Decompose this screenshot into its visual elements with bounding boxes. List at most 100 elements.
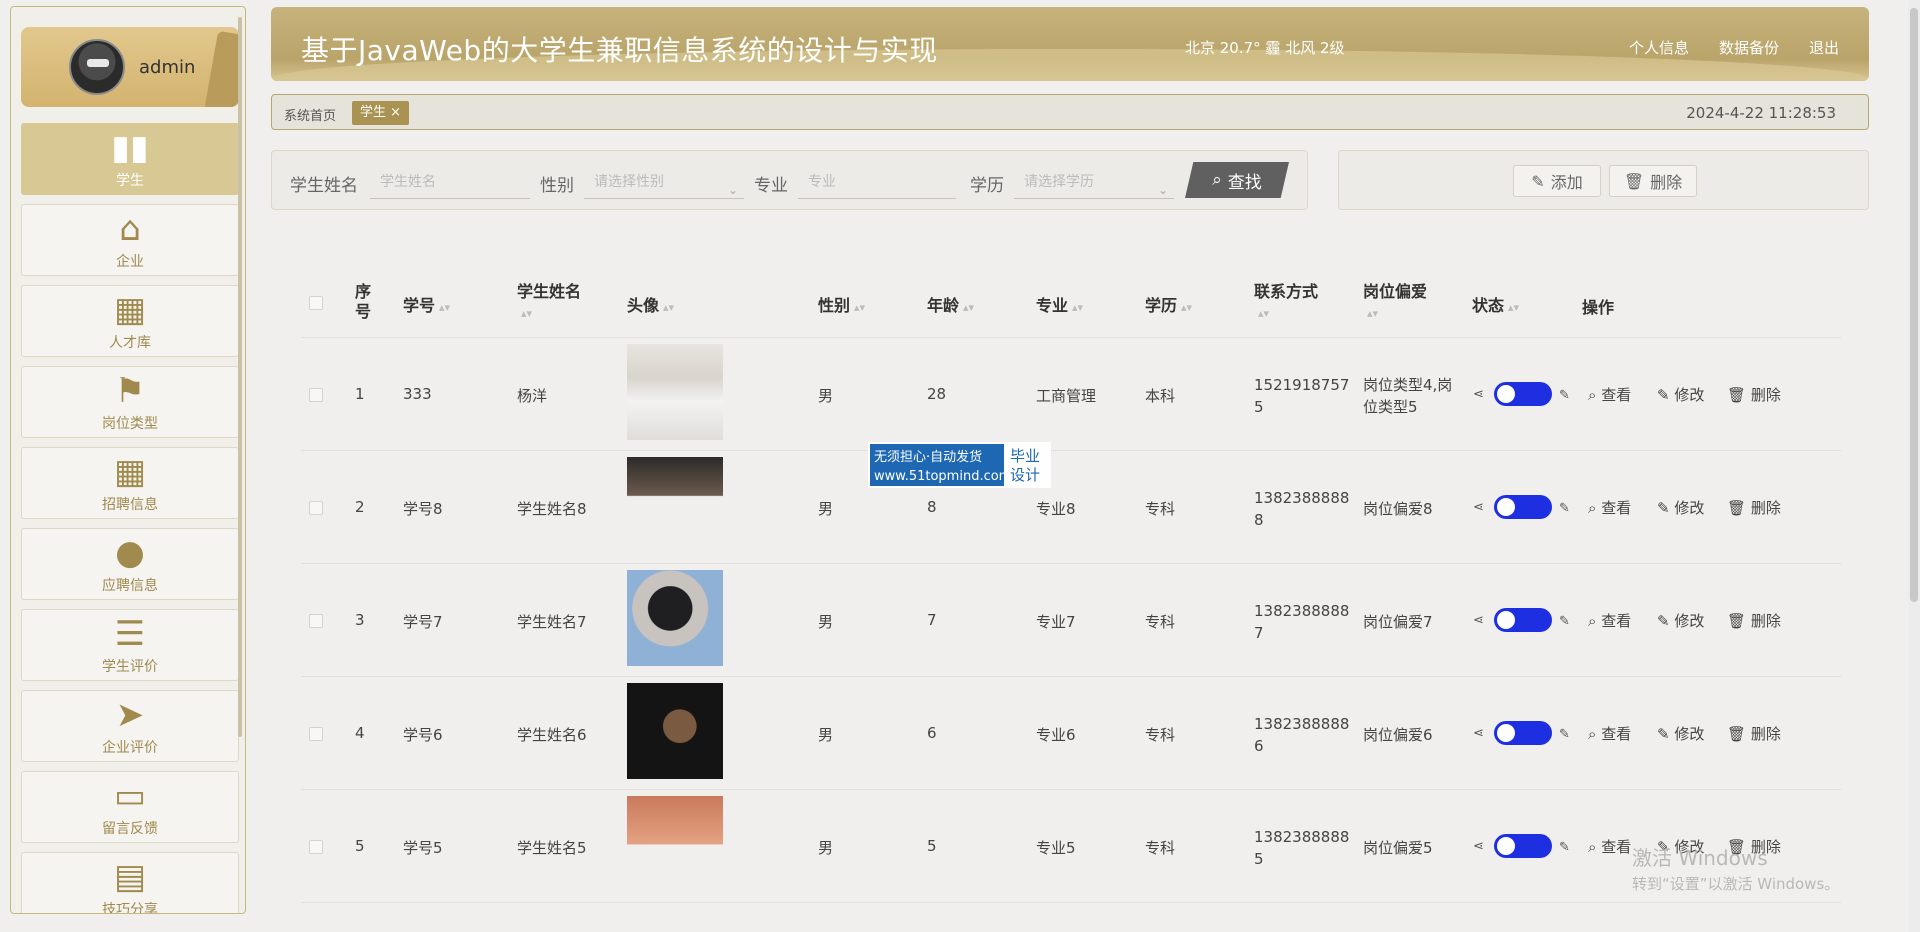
edit-button[interactable]: ✎ 修改 bbox=[1657, 610, 1704, 631]
view-icon: ⌕ bbox=[1588, 725, 1597, 743]
name-input[interactable]: 学生姓名 bbox=[370, 165, 530, 199]
share-icon[interactable]: ⋖ bbox=[1473, 613, 1484, 628]
sidebar-item-label: 人才库 bbox=[109, 335, 151, 351]
promo-banner[interactable]: 无须担心·自动发货 www.51topmind.com 毕业 设计 bbox=[868, 442, 1051, 488]
col-name[interactable]: 学生姓名 ▴▾ bbox=[517, 278, 581, 321]
student-photo[interactable] bbox=[627, 457, 723, 553]
sidebar-item[interactable]: ☰ 学生评价 bbox=[21, 609, 239, 681]
select-all-checkbox[interactable] bbox=[309, 296, 323, 310]
view-button[interactable]: ⌕ 查看 bbox=[1588, 610, 1631, 631]
col-id[interactable]: 学号 ▴▾ bbox=[403, 292, 450, 316]
status-toggle[interactable] bbox=[1494, 382, 1552, 406]
status-toggle[interactable] bbox=[1494, 608, 1552, 632]
sidebar-item[interactable]: ▦ 人才库 bbox=[21, 285, 239, 357]
sidebar-item[interactable]: ⌂ 企业 bbox=[21, 204, 239, 276]
row-checkbox[interactable] bbox=[309, 388, 323, 402]
scrollbar-thumb[interactable] bbox=[1910, 8, 1918, 602]
row-checkbox[interactable] bbox=[309, 840, 323, 854]
edit-icon[interactable]: ✎ bbox=[1559, 388, 1570, 403]
sidebar-item[interactable]: ➤ 企业评价 bbox=[21, 690, 239, 762]
delete-button[interactable]: 🗑 删除 bbox=[1609, 165, 1697, 197]
cell-edu: 专科 bbox=[1145, 613, 1176, 631]
student-photo[interactable] bbox=[627, 344, 723, 440]
major-input[interactable]: 专业 bbox=[798, 165, 956, 199]
sidebar-item-label: 企业评价 bbox=[102, 740, 158, 756]
edit-button[interactable]: ✎ 修改 bbox=[1657, 384, 1704, 405]
edit-label: 修改 bbox=[1674, 386, 1705, 404]
user-profile[interactable]: admin bbox=[21, 27, 239, 107]
search-icon: ⌕ bbox=[1212, 170, 1222, 190]
edit-icon[interactable]: ✎ bbox=[1559, 840, 1570, 855]
find-button[interactable]: ⌕ 查找 bbox=[1185, 162, 1289, 198]
nav-logout-link[interactable]: 退出 bbox=[1809, 37, 1839, 58]
student-photo[interactable] bbox=[627, 570, 723, 666]
sidebar-item[interactable]: ● 应聘信息 bbox=[21, 528, 239, 600]
student-photo[interactable] bbox=[627, 683, 723, 779]
sidebar-item-label: 岗位类型 bbox=[102, 416, 158, 432]
student-photo[interactable] bbox=[627, 796, 723, 892]
sidebar-item[interactable]: ⚑ 岗位类型 bbox=[21, 366, 239, 438]
col-age[interactable]: 年龄 ▴▾ bbox=[927, 292, 974, 316]
table-row[interactable]: 2 学号8 学生姓名8 男 8 专业8 专科 1382388888 8 岗位偏爱8… bbox=[301, 451, 1841, 564]
cell-pref: 岗位偏爱8 bbox=[1363, 498, 1433, 520]
sidebar-item[interactable]: ▭ 留言反馈 bbox=[21, 771, 239, 843]
gender-select[interactable]: 请选择性别 ⌄ bbox=[584, 165, 744, 199]
status-toggle[interactable] bbox=[1494, 834, 1552, 858]
col-gender[interactable]: 性别 ▴▾ bbox=[818, 292, 865, 316]
edit-button[interactable]: ✎ 修改 bbox=[1657, 723, 1704, 744]
sidebar-item[interactable]: ▤ 技巧分享 bbox=[21, 852, 239, 913]
view-button[interactable]: ⌕ 查看 bbox=[1588, 384, 1631, 405]
sidebar-item[interactable]: ▮▮ 学生 bbox=[21, 123, 239, 195]
row-delete-button[interactable]: 🗑 删除 bbox=[1727, 384, 1781, 405]
page-title: 基于JavaWeb的大学生兼职信息系统的设计与实现 bbox=[301, 34, 938, 67]
row-checkbox[interactable] bbox=[309, 501, 323, 515]
table-row[interactable]: 3 学号7 学生姓名7 男 7 专业7 专科 1382388888 7 岗位偏爱7… bbox=[301, 564, 1841, 677]
cell-phone-line2: 8 bbox=[1254, 511, 1264, 529]
col-edu[interactable]: 学历 ▴▾ bbox=[1145, 292, 1192, 316]
edu-select[interactable]: 请选择学历 ⌄ bbox=[1014, 165, 1174, 199]
row-checkbox[interactable] bbox=[309, 727, 323, 741]
table-row[interactable]: 4 学号6 学生姓名6 男 6 专业6 专科 1382388888 6 岗位偏爱6… bbox=[301, 677, 1841, 790]
row-delete-button[interactable]: 🗑 删除 bbox=[1727, 497, 1781, 518]
share-icon[interactable]: ⋖ bbox=[1473, 387, 1484, 402]
table-row[interactable]: 5 学号5 学生姓名5 男 5 专业5 专科 1382388888 5 岗位偏爱5… bbox=[301, 790, 1841, 903]
edit-icon[interactable]: ✎ bbox=[1559, 727, 1570, 742]
row-delete-button[interactable]: 🗑 删除 bbox=[1727, 610, 1781, 631]
share-icon[interactable]: ⋖ bbox=[1473, 500, 1484, 515]
view-button[interactable]: ⌕ 查看 bbox=[1588, 497, 1631, 518]
view-icon: ⌕ bbox=[1588, 499, 1597, 517]
cell-no: 2 bbox=[355, 498, 365, 516]
sidebar-scrollbar[interactable] bbox=[238, 17, 242, 737]
cell-edu: 专科 bbox=[1145, 500, 1176, 518]
col-phone[interactable]: 联系方式 ▴▾ bbox=[1254, 278, 1318, 321]
edit-button[interactable]: ✎ 修改 bbox=[1657, 497, 1704, 518]
view-button[interactable]: ⌕ 查看 bbox=[1588, 723, 1631, 744]
nav-profile-link[interactable]: 个人信息 bbox=[1629, 37, 1689, 58]
edit-icon[interactable]: ✎ bbox=[1559, 614, 1570, 629]
cell-edu: 本科 bbox=[1145, 387, 1176, 405]
col-major[interactable]: 专业 ▴▾ bbox=[1036, 292, 1083, 316]
row-checkbox[interactable] bbox=[309, 614, 323, 628]
cell-name: 学生姓名7 bbox=[517, 613, 587, 631]
status-toggle[interactable] bbox=[1494, 721, 1552, 745]
cell-major: 专业8 bbox=[1036, 500, 1076, 518]
gender-placeholder: 请选择性别 bbox=[594, 174, 664, 190]
col-pref[interactable]: 岗位偏爱 ▴▾ bbox=[1363, 278, 1427, 321]
col-status[interactable]: 状态 ▴▾ bbox=[1472, 292, 1519, 316]
page-scrollbar[interactable] bbox=[1908, 0, 1920, 932]
share-icon[interactable]: ⋖ bbox=[1473, 839, 1484, 854]
add-button[interactable]: ✎ 添加 bbox=[1513, 165, 1601, 197]
edit-icon[interactable]: ✎ bbox=[1559, 501, 1570, 516]
row-delete-button[interactable]: 🗑 删除 bbox=[1727, 723, 1781, 744]
col-no[interactable]: 序号 bbox=[355, 282, 375, 322]
sidebar-item[interactable]: ▦ 招聘信息 bbox=[21, 447, 239, 519]
view-button[interactable]: ⌕ 查看 bbox=[1588, 836, 1631, 857]
col-avatar[interactable]: 头像 ▴▾ bbox=[627, 292, 674, 316]
status-toggle[interactable] bbox=[1494, 495, 1552, 519]
tag-student[interactable]: 学生 × bbox=[352, 101, 410, 125]
table-row[interactable]: 1 333 杨洋 男 28 工商管理 本科 1521918757 5 岗位类型4,… bbox=[301, 338, 1841, 451]
share-icon[interactable]: ⋖ bbox=[1473, 726, 1484, 741]
sliders-icon: ☰ bbox=[114, 614, 146, 654]
tag-home[interactable]: 系统首页 bbox=[284, 105, 336, 124]
nav-backup-link[interactable]: 数据备份 bbox=[1719, 37, 1779, 58]
